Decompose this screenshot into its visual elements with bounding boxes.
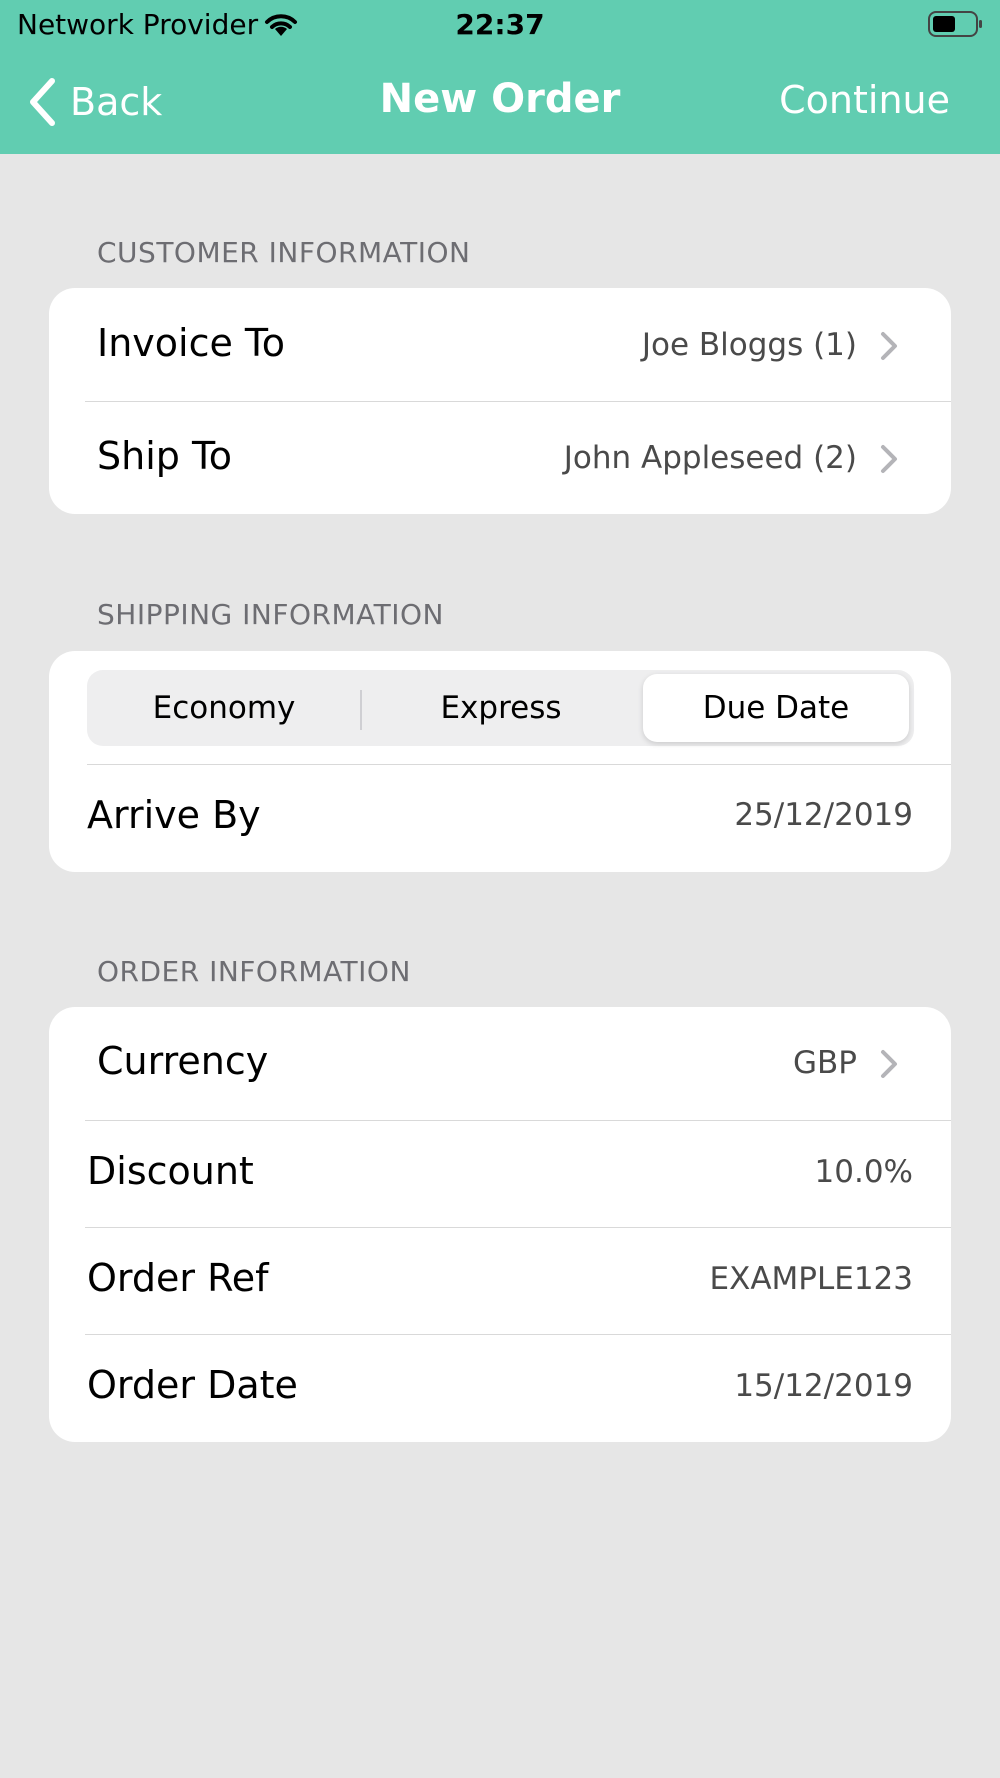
segment-economy[interactable]: Economy bbox=[87, 670, 361, 746]
customer-section-header: CUSTOMER INFORMATION bbox=[97, 236, 471, 269]
ship-to-label: Ship To bbox=[97, 434, 232, 478]
order-ref-value: EXAMPLE123 bbox=[709, 1261, 914, 1297]
invoice-to-value: Joe Bloggs (1) bbox=[641, 327, 857, 363]
invoice-to-row[interactable]: Invoice To Joe Bloggs (1) bbox=[49, 288, 951, 401]
currency-row[interactable]: Currency GBP bbox=[49, 1007, 951, 1120]
chevron-right-icon bbox=[881, 445, 897, 473]
shipping-section-header: SHIPPING INFORMATION bbox=[97, 598, 444, 631]
invoice-to-label: Invoice To bbox=[97, 321, 285, 365]
discount-row[interactable]: Discount 10.0% bbox=[49, 1121, 951, 1228]
shipping-card: Economy Express Due Date Arrive By 25/12… bbox=[49, 651, 951, 872]
order-ref-label: Order Ref bbox=[87, 1256, 269, 1300]
navigation-bar: Back New Order Continue bbox=[0, 50, 1000, 154]
shipping-method-segmented-control: Economy Express Due Date bbox=[87, 670, 914, 746]
segment-express[interactable]: Express bbox=[363, 670, 639, 746]
arrive-by-value: 25/12/2019 bbox=[734, 797, 913, 833]
chevron-right-icon bbox=[881, 332, 897, 360]
order-date-value: 15/12/2019 bbox=[734, 1368, 913, 1404]
battery-icon bbox=[928, 11, 982, 37]
currency-value: GBP bbox=[793, 1045, 857, 1081]
status-bar: Network Provider 22:37 bbox=[0, 0, 1000, 50]
arrive-by-row[interactable]: Arrive By 25/12/2019 bbox=[49, 765, 951, 872]
order-date-row[interactable]: Order Date 15/12/2019 bbox=[49, 1335, 951, 1442]
order-ref-row[interactable]: Order Ref EXAMPLE123 bbox=[49, 1228, 951, 1335]
chevron-right-icon bbox=[881, 1050, 897, 1078]
continue-button[interactable]: Continue bbox=[779, 78, 950, 122]
customer-card: Invoice To Joe Bloggs (1) Ship To John A… bbox=[49, 288, 951, 514]
discount-value: 10.0% bbox=[814, 1154, 913, 1190]
order-section-header: ORDER INFORMATION bbox=[97, 955, 411, 988]
ship-to-value: John Appleseed (2) bbox=[563, 440, 857, 476]
currency-label: Currency bbox=[97, 1039, 269, 1083]
ship-to-row[interactable]: Ship To John Appleseed (2) bbox=[49, 402, 951, 514]
segment-due-date[interactable]: Due Date bbox=[643, 670, 909, 746]
arrive-by-label: Arrive By bbox=[87, 793, 261, 837]
clock: 22:37 bbox=[455, 8, 545, 41]
discount-label: Discount bbox=[87, 1149, 254, 1193]
segment-separator bbox=[360, 690, 362, 730]
order-card: Currency GBP Discount 10.0% Order Ref EX… bbox=[49, 1007, 951, 1442]
order-date-label: Order Date bbox=[87, 1363, 298, 1407]
